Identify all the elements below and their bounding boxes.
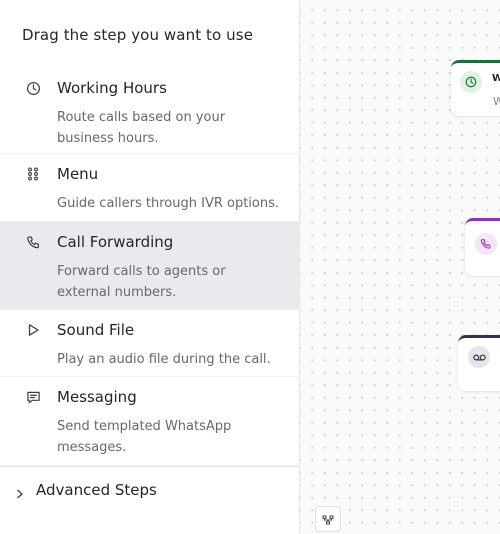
flow-canvas[interactable]: W W [300, 0, 500, 534]
step-menu[interactable]: Menu Guide callers through IVR options. [0, 154, 300, 222]
step-palette-panel: Drag the step you want to use Working Ho… [0, 0, 300, 534]
step-name: Sound File [57, 321, 135, 339]
step-description: Guide callers through IVR options. [57, 196, 280, 211]
node-title: W [492, 73, 500, 84]
grid-dots-icon [25, 166, 41, 182]
flow-node-sound-file[interactable] [458, 335, 500, 391]
step-description: Play an audio file during the call. [57, 352, 271, 367]
advanced-steps-toggle[interactable]: Advanced Steps [0, 466, 300, 514]
panel-title: Drag the step you want to use [22, 26, 254, 44]
step-messaging[interactable]: Messaging Send templated WhatsApp messag… [0, 377, 300, 466]
step-working-hours[interactable]: Working Hours Route calls based on your … [0, 68, 300, 154]
clock-icon [460, 71, 482, 93]
step-call-forwarding[interactable]: Call Forwarding Forward calls to agents … [0, 222, 300, 310]
layout-icon [322, 510, 334, 529]
step-name: Working Hours [57, 79, 167, 97]
advanced-steps-label: Advanced Steps [36, 481, 157, 499]
flow-node-call-forwarding[interactable] [465, 218, 500, 276]
clock-icon [25, 80, 41, 96]
phone-icon [25, 234, 41, 250]
step-list: Working Hours Route calls based on your … [0, 68, 300, 466]
flow-node-working-hours[interactable]: W W [451, 60, 500, 116]
node-subtitle: W [493, 95, 500, 108]
step-description: Forward calls to agents or external numb… [57, 264, 226, 300]
step-name: Menu [57, 165, 99, 183]
voicemail-icon [468, 346, 490, 368]
step-description: Send templated WhatsApp messages. [57, 419, 232, 455]
play-icon [25, 322, 41, 338]
layout-button[interactable] [315, 506, 341, 532]
step-description: Route calls based on your business hours… [57, 110, 226, 146]
step-name: Call Forwarding [57, 233, 174, 251]
phone-icon [475, 233, 497, 255]
chevron-right-icon [15, 484, 25, 499]
message-icon [25, 389, 41, 405]
step-name: Messaging [57, 388, 137, 406]
step-sound-file[interactable]: Sound File Play an audio file during the… [0, 310, 300, 377]
